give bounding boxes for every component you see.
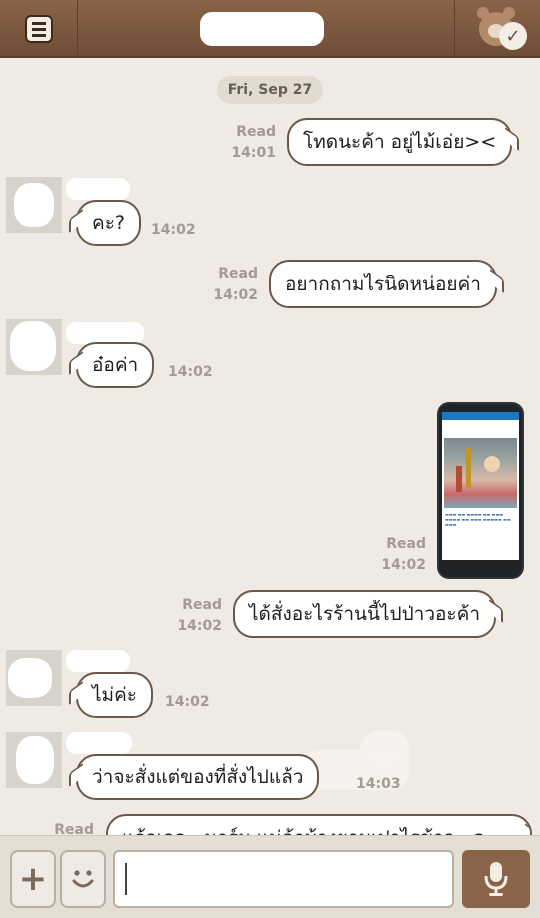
- read-status: Read: [218, 266, 258, 282]
- message-time: 14:02: [151, 222, 196, 238]
- message-time: 14:02: [165, 694, 210, 710]
- chat-header: ✓: [0, 0, 540, 58]
- avatar[interactable]: [6, 732, 62, 788]
- message-meta: Read: [32, 820, 94, 835]
- message-bubble-incoming[interactable]: อ๋อค่า: [76, 342, 155, 388]
- message-bubble-incoming[interactable]: ว่าจะสั่งแต่ของที่สั่งไปแล้ว: [76, 754, 320, 800]
- sender-name: [66, 322, 144, 344]
- message-bubble-incoming[interactable]: ไม่ค่ะ: [76, 672, 153, 718]
- screenshot-thumbnail: ▬▬▬ ▬▬ ▬▬▬▬ ▬▬ ▬▬▬ ▬▬▬▬ ▬▬ ▬▬▬ ▬▬▬▬▬ ▬▬ …: [442, 412, 519, 570]
- message-time: 14:02: [213, 287, 258, 303]
- check-icon: ✓: [499, 22, 527, 50]
- menu-button[interactable]: [0, 0, 78, 58]
- sender-name: [66, 732, 132, 754]
- avatar[interactable]: [6, 650, 62, 706]
- message-bubble-outgoing[interactable]: ได้สั่งอะไรร้านนี้ไปป่าวอะค้า: [233, 590, 497, 638]
- message-time: 14:01: [231, 145, 276, 161]
- attach-button[interactable]: +: [10, 850, 56, 908]
- microphone-icon: [484, 862, 508, 896]
- message-time: 14:02: [177, 618, 222, 634]
- sender-name: [66, 178, 130, 200]
- message-input-bar: +: [0, 835, 540, 918]
- read-status: Read: [236, 124, 276, 140]
- background-cloud: [360, 730, 410, 770]
- message-time: 14:03: [356, 776, 401, 792]
- voice-button[interactable]: [462, 850, 530, 908]
- message-meta: Read 14:02: [160, 595, 222, 637]
- read-status: Read: [54, 822, 94, 835]
- message-meta: Read 14:01: [214, 122, 276, 164]
- message-meta: Read 14:02: [364, 534, 426, 576]
- sticker-button[interactable]: [60, 850, 106, 908]
- read-status: Read: [386, 536, 426, 552]
- text-caret: [125, 863, 127, 895]
- smiley-icon: [72, 870, 94, 888]
- message-meta: Read 14:02: [196, 264, 258, 306]
- avatar[interactable]: [6, 177, 62, 233]
- message-bubble-outgoing[interactable]: แล้วเอล...นาร์ม แม่ค้าบ้างยามเปาไรข้าว..…: [106, 814, 532, 835]
- chat-title: [200, 12, 324, 46]
- read-status: Read: [182, 597, 222, 613]
- image-message[interactable]: ▬▬▬ ▬▬ ▬▬▬▬ ▬▬ ▬▬▬ ▬▬▬▬ ▬▬ ▬▬▬ ▬▬▬▬▬ ▬▬ …: [437, 402, 524, 579]
- message-input[interactable]: [113, 850, 454, 908]
- date-divider: Fri, Sep 27: [217, 76, 323, 104]
- message-bubble-outgoing[interactable]: อยากถามไรนิดหน่อยค่า: [269, 260, 497, 308]
- plus-icon: +: [18, 859, 48, 899]
- friend-status-button[interactable]: ✓: [454, 0, 540, 58]
- avatar[interactable]: [6, 319, 62, 375]
- menu-icon: [24, 15, 53, 43]
- message-time: 14:02: [168, 364, 213, 380]
- chat-area[interactable]: Fri, Sep 27 Read 14:01 โทดนะค้า อยู่ไม้เ…: [0, 60, 540, 835]
- message-bubble-outgoing[interactable]: โทดนะค้า อยู่ไม้เอ่ย><: [287, 118, 513, 166]
- message-time: 14:02: [381, 557, 426, 573]
- sender-name: [66, 650, 130, 672]
- message-bubble-incoming[interactable]: คะ?: [76, 200, 141, 246]
